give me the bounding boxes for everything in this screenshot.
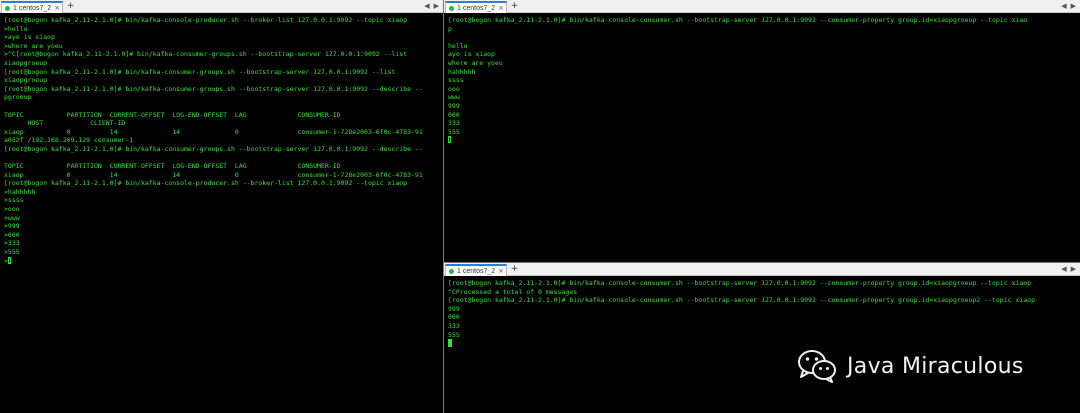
terminal-line: p: [448, 24, 452, 33]
terminal-line: >hahhhhh: [4, 187, 36, 196]
terminal-line: xiaopgroeup: [4, 58, 48, 67]
scroll-right-icon[interactable]: ▶: [1071, 1, 1076, 12]
tab-centos7-2[interactable]: 1 centos7_2 ×: [445, 1, 507, 13]
terminal-line: 555: [448, 127, 460, 136]
terminal-output[interactable]: [root@bogon kafka_2.11-2.1.0]# bin/kafka…: [448, 279, 1076, 413]
close-icon[interactable]: ×: [54, 4, 60, 12]
tab-bar: 1 centos7_2 × + ◀ ▶: [444, 263, 1080, 276]
terminal-line: hahhhhh: [448, 67, 476, 76]
cursor-icon: [448, 339, 452, 348]
terminal-line: TOPIC PARTITION CURRENT-OFFSET LOG-END-O…: [4, 162, 341, 171]
terminal-line: xiaop 0 14 14 0 consumer-1-728e2003-6f0c…: [4, 170, 423, 179]
ssh-client-window: 1 centos7_2 × + ◀ ▶ [root@bogon kafka_2.…: [0, 0, 1080, 413]
add-tab-button[interactable]: +: [66, 1, 75, 11]
terminal-line: www: [448, 93, 460, 102]
terminal-line: 000: [448, 110, 460, 119]
scroll-right-icon[interactable]: ▶: [1071, 264, 1076, 275]
tab-label: 1 centos7_2: [13, 4, 52, 12]
terminal-line: [root@bogon kafka_2.11-2.1.0]# bin/kafka…: [4, 84, 423, 93]
terminal-pane-consumer[interactable]: 1 centos7_2 × + ◀ ▶ [root@bogon kafka_2.…: [444, 0, 1080, 262]
terminal-line: pgroeup: [4, 93, 32, 102]
terminal-line: 999: [448, 101, 460, 110]
terminal-output[interactable]: [root@bogon kafka_2.11-2.1.0]# bin/kafka…: [4, 16, 439, 413]
terminal-line: xiaopgroeup: [4, 76, 48, 85]
terminal-line: a052f /192.168.209.129 consumer-1: [4, 136, 134, 145]
tab-label: 1 centos7_2: [457, 267, 496, 275]
tab-centos7-2[interactable]: 1 centos7_2 ×: [1, 1, 63, 13]
close-icon[interactable]: ×: [498, 267, 504, 275]
terminal-line: >where are yoeu: [4, 41, 63, 50]
terminal-line: [root@bogon kafka_2.11-2.1.0]# bin/kafka…: [4, 16, 408, 24]
terminal-line: ssss: [448, 76, 464, 85]
terminal-line: xiaop 0 14 14 0 consumer-1-728e2003-6f0c…: [4, 127, 423, 136]
tab-bar: 1 centos7_2 × + ◀ ▶: [444, 0, 1080, 13]
terminal-line: ooo: [448, 84, 460, 93]
terminal-line: >555: [4, 248, 20, 257]
tab-nav: ◀ ▶: [1061, 1, 1076, 12]
terminal-line: HOST CLIENT-ID: [4, 119, 126, 128]
scroll-right-icon[interactable]: ▶: [434, 1, 439, 12]
connection-status-icon: [449, 268, 454, 274]
close-icon[interactable]: ×: [498, 4, 504, 12]
terminal-pane-consumer-2[interactable]: 1 centos7_2 × + ◀ ▶ [root@bogon kafka_2.…: [444, 263, 1080, 413]
terminal-line: [root@bogon kafka_2.11-2.1.0]# bin/kafka…: [4, 67, 396, 76]
terminal-line: hello: [448, 41, 468, 50]
terminal-line: ayo is xiaop: [448, 50, 495, 59]
terminal-output[interactable]: [root@bogon kafka_2.11-2.1.0]# bin/kafka…: [448, 16, 1076, 262]
tab-nav: ◀ ▶: [424, 1, 439, 12]
terminal-line: >999: [4, 222, 20, 231]
tab-centos7-2[interactable]: 1 centos7_2 ×: [445, 264, 507, 276]
tab-bar: 1 centos7_2 × + ◀ ▶: [0, 0, 443, 13]
terminal-prompt-line[interactable]: >: [4, 256, 439, 266]
terminal-line: 999: [448, 304, 460, 313]
terminal-prompt-line[interactable]: [448, 136, 1076, 145]
cursor-icon: [448, 136, 451, 144]
terminal-line: >www: [4, 213, 20, 222]
terminal-line: [root@bogon kafka_2.11-2.1.0]# bin/kafka…: [448, 279, 1032, 287]
terminal-line: TOPIC PARTITION CURRENT-OFFSET LOG-END-O…: [4, 110, 341, 119]
tab-label: 1 centos7_2: [457, 4, 496, 12]
terminal-line: >000: [4, 230, 20, 239]
terminal-line: [root@bogon kafka_2.11-2.1.0]# bin/kafka…: [4, 179, 408, 188]
terminal-line: >hello: [4, 24, 28, 33]
add-tab-button[interactable]: +: [510, 264, 519, 274]
terminal-line: 333: [448, 119, 460, 128]
add-tab-button[interactable]: +: [510, 1, 519, 11]
tab-nav: ◀ ▶: [1061, 264, 1076, 275]
terminal-line: 333: [448, 321, 460, 330]
terminal-line: 555: [448, 330, 460, 339]
terminal-line: >ooo: [4, 205, 20, 214]
terminal-line: [root@bogon kafka_2.11-2.1.0]# bin/kafka…: [448, 296, 1035, 305]
terminal-line: >ssss: [4, 196, 24, 205]
connection-status-icon: [449, 5, 454, 11]
terminal-line: where are yoeu: [448, 58, 503, 67]
terminal-line: >ayo is xiaop: [4, 33, 55, 42]
terminal-line: >^C[root@bogon kafka_2.11-2.1.0]# bin/ka…: [4, 50, 408, 59]
scroll-left-icon[interactable]: ◀: [424, 1, 429, 12]
terminal-pane-producer[interactable]: 1 centos7_2 × + ◀ ▶ [root@bogon kafka_2.…: [0, 0, 443, 413]
scroll-left-icon[interactable]: ◀: [1061, 264, 1066, 275]
connection-status-icon: [5, 5, 10, 11]
cursor-icon: [7, 256, 11, 264]
scroll-left-icon[interactable]: ◀: [1061, 1, 1066, 12]
terminal-line: >333: [4, 239, 20, 248]
terminal-line: ^CProcessed a total of 0 messages: [448, 287, 578, 296]
terminal-line: [root@bogon kafka_2.11-2.1.0]# bin/kafka…: [4, 144, 423, 153]
terminal-prompt-line[interactable]: [448, 339, 1076, 348]
terminal-line: 000: [448, 313, 460, 322]
terminal-line: [root@bogon kafka_2.11-2.1.0]# bin/kafka…: [448, 16, 1028, 24]
